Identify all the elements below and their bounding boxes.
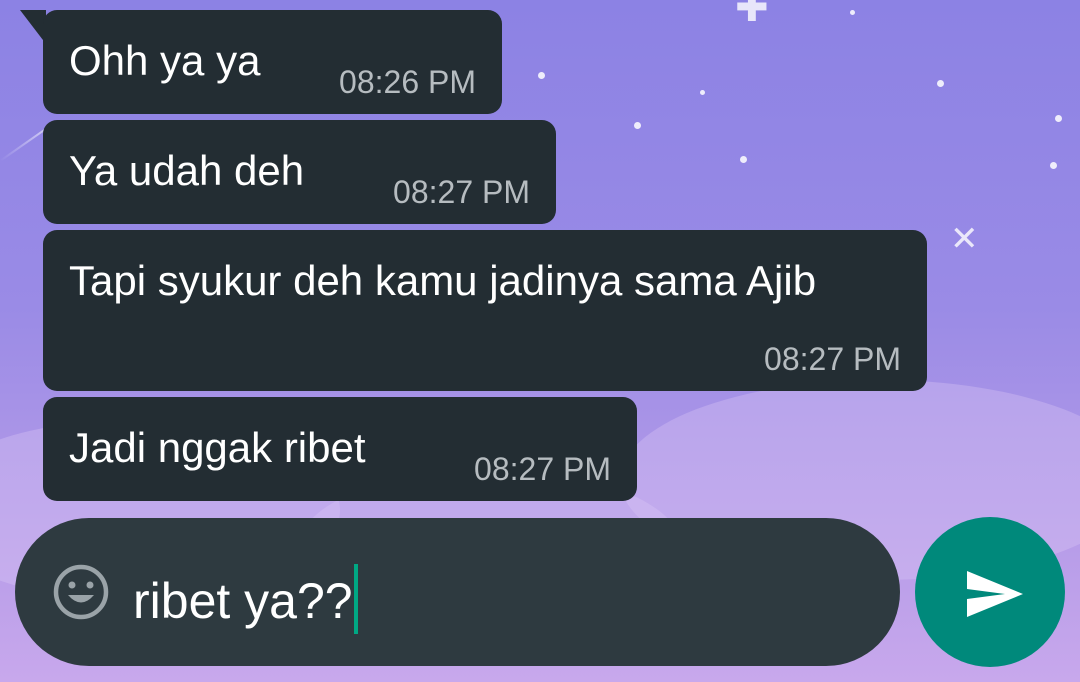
wallpaper-star [700, 90, 705, 95]
wallpaper-star [1055, 115, 1062, 122]
wallpaper-sparkle-icon: ✚ [735, 0, 769, 31]
message-text: Ya udah deh [69, 147, 305, 194]
wallpaper-star [740, 156, 747, 163]
incoming-message[interactable]: Ya udah deh 08:27 PM [43, 120, 556, 224]
message-timestamp: 08:26 PM [339, 64, 476, 100]
wallpaper-star [634, 122, 641, 129]
message-timestamp: 08:27 PM [474, 451, 611, 487]
smiley-face-icon[interactable] [51, 562, 111, 622]
message-input-value: ribet ya?? [133, 573, 353, 629]
message-text: Tapi syukur deh kamu jadinya sama Ajib [69, 257, 817, 304]
incoming-message[interactable]: Jadi nggak ribet 08:27 PM [43, 397, 637, 501]
wallpaper-star [538, 72, 545, 79]
incoming-message[interactable]: Ohh ya ya 08:26 PM [43, 10, 502, 114]
message-composer[interactable]: ribet ya?? [15, 518, 900, 666]
message-text: Ohh ya ya [69, 37, 261, 84]
incoming-message[interactable]: Tapi syukur deh kamu jadinya sama Ajib 0… [43, 230, 927, 391]
wallpaper-star [1050, 162, 1057, 169]
message-input[interactable]: ribet ya?? [133, 564, 358, 634]
send-arrow-icon [967, 571, 1023, 617]
text-cursor [353, 564, 358, 634]
message-text: Jadi nggak ribet [69, 424, 366, 471]
message-timestamp: 08:27 PM [393, 174, 530, 210]
wallpaper-star [937, 80, 944, 87]
message-timestamp: 08:27 PM [764, 341, 901, 377]
wallpaper-star [850, 10, 855, 15]
send-button[interactable] [915, 517, 1065, 667]
wallpaper-sparkle-icon: ✕ [950, 219, 979, 259]
